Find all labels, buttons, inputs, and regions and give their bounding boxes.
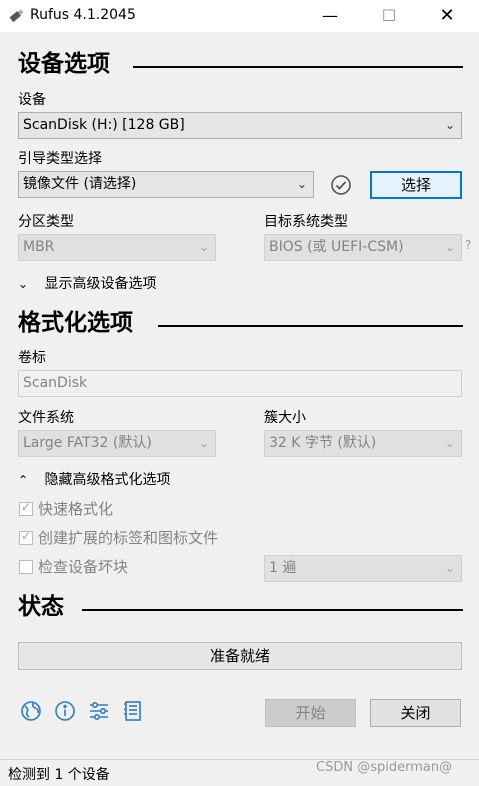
check-hash-icon[interactable]	[330, 174, 352, 196]
watermark: CSDN @spiderman@	[316, 760, 453, 775]
boot-selection-dropdown[interactable]: 镜像文件 (请选择) ⌄	[18, 171, 314, 198]
boot-selection-value: 镜像文件 (请选择)	[23, 176, 137, 192]
cluster-size-label: 簇大小	[264, 410, 306, 426]
progress-text: 准备就绪	[209, 647, 270, 665]
bad-blocks-checkbox[interactable]	[19, 560, 33, 574]
chevron-down-icon: ⌄	[444, 561, 455, 575]
target-system-label: 目标系统类型	[264, 214, 348, 230]
passes-dropdown[interactable]: 1 遍 ⌄	[264, 555, 462, 582]
extended-label-label: 创建扩展的标签和图标文件	[38, 529, 219, 547]
device-advanced-toggle[interactable]: ⌄ 显示高级设备选项	[18, 275, 156, 293]
section-divider	[158, 325, 463, 327]
target-system-dropdown[interactable]: BIOS (或 UEFI-CSM) ⌄	[264, 234, 462, 261]
boot-selection-label: 引导类型选择	[18, 151, 102, 167]
file-system-label: 文件系统	[18, 410, 74, 426]
minimize-button[interactable]: —	[307, 0, 353, 32]
status-bar-text: 检测到 1 个设备	[8, 767, 110, 783]
help-icon[interactable]: ?	[465, 238, 471, 252]
device-label: 设备	[18, 92, 46, 108]
status-bar: 检测到 1 个设备 CSDN @spiderman@	[0, 759, 479, 786]
device-options-header: 设备选项	[18, 51, 110, 77]
usb-drive-icon	[7, 7, 25, 25]
globe-icon[interactable]	[20, 700, 42, 722]
file-system-value: Large FAT32 (默认)	[23, 435, 152, 451]
info-icon[interactable]	[54, 700, 76, 722]
volume-label-input[interactable]: ScanDisk	[18, 370, 462, 397]
device-advanced-toggle-label: 显示高级设备选项	[44, 276, 157, 292]
bad-blocks-label: 检查设备坏块	[38, 558, 129, 576]
chevron-down-icon: ⌄	[198, 240, 209, 254]
chevron-down-icon: ⌄	[198, 436, 209, 450]
close-button[interactable]: 关闭	[370, 699, 461, 727]
target-system-value: BIOS (或 UEFI-CSM)	[269, 239, 404, 255]
progress-bar: 准备就绪	[18, 642, 462, 670]
partition-scheme-dropdown[interactable]: MBR ⌄	[18, 234, 216, 261]
volume-label-label: 卷标	[18, 350, 46, 366]
maximize-button[interactable]: ☐	[366, 0, 412, 32]
partition-scheme-value: MBR	[23, 239, 55, 255]
format-advanced-toggle-label: 隐藏高级格式化选项	[44, 472, 171, 488]
device-value: ScanDisk (H:) [128 GB]	[23, 117, 185, 133]
select-image-button[interactable]: 选择	[370, 171, 462, 199]
cluster-size-value: 32 K 字节 (默认)	[269, 435, 377, 451]
cluster-size-dropdown[interactable]: 32 K 字节 (默认) ⌄	[264, 430, 462, 457]
device-dropdown[interactable]: ScanDisk (H:) [128 GB] ⌄	[18, 112, 462, 139]
status-header: 状态	[18, 594, 64, 620]
title-bar: Rufus 4.1.2045 — ☐ ✕	[0, 0, 479, 32]
start-button[interactable]: 开始	[265, 699, 356, 727]
quick-format-label: 快速格式化	[38, 500, 114, 518]
file-system-dropdown[interactable]: Large FAT32 (默认) ⌄	[18, 430, 216, 457]
format-advanced-toggle[interactable]: ⌃ 隐藏高级格式化选项	[18, 471, 170, 489]
chevron-up-icon: ⌃	[18, 473, 29, 487]
section-divider	[133, 66, 463, 68]
chevron-down-icon: ⌄	[18, 277, 29, 291]
partition-scheme-label: 分区类型	[18, 214, 74, 230]
chevron-down-icon: ⌄	[296, 177, 307, 191]
chevron-down-icon: ⌄	[444, 436, 455, 450]
quick-format-checkbox[interactable]	[19, 500, 33, 516]
chevron-down-icon: ⌄	[444, 118, 455, 132]
section-divider	[82, 609, 463, 611]
window-title: Rufus 4.1.2045	[30, 7, 136, 23]
settings-sliders-icon[interactable]	[88, 700, 110, 722]
chevron-down-icon: ⌄	[444, 240, 455, 254]
passes-value: 1 遍	[269, 560, 297, 576]
format-options-header: 格式化选项	[18, 310, 133, 336]
close-window-button[interactable]: ✕	[424, 0, 470, 32]
extended-label-checkbox[interactable]	[19, 529, 33, 545]
log-icon[interactable]	[122, 700, 144, 722]
rufus-window: Rufus 4.1.2045 — ☐ ✕ 设备选项 设备 ScanDisk (H…	[0, 0, 479, 786]
